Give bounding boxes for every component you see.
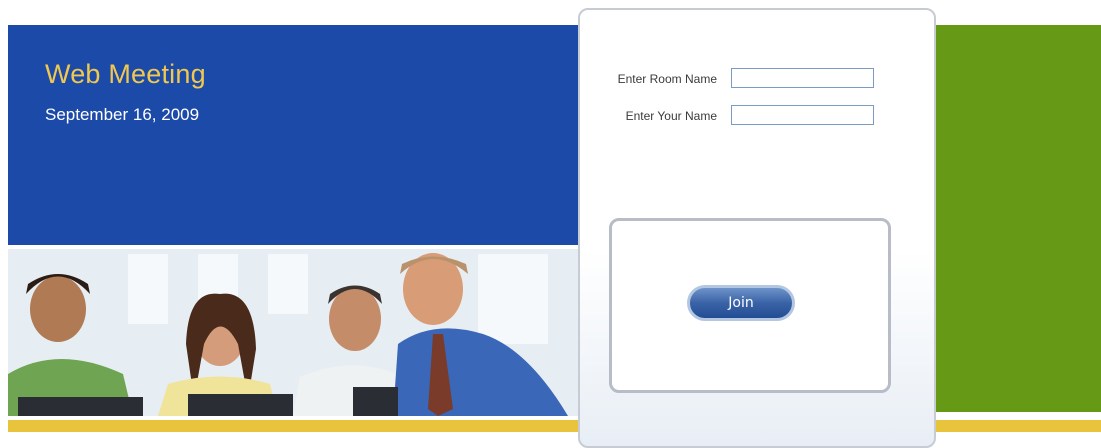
- join-button[interactable]: Join: [687, 285, 795, 321]
- team-photo: [8, 249, 579, 416]
- header-banner: Web Meeting September 16, 2009: [8, 25, 579, 245]
- team-photo-illustration: [8, 249, 579, 416]
- footer-accent-bar: [8, 420, 1101, 432]
- side-accent-panel: [936, 25, 1101, 412]
- your-name-input[interactable]: [731, 105, 874, 125]
- room-name-input[interactable]: [731, 68, 874, 88]
- meeting-date: September 16, 2009: [45, 105, 200, 124]
- your-name-label: Enter Your Name: [625, 109, 717, 123]
- page-title: Web Meeting: [45, 59, 206, 89]
- room-name-label: Enter Room Name: [617, 72, 717, 86]
